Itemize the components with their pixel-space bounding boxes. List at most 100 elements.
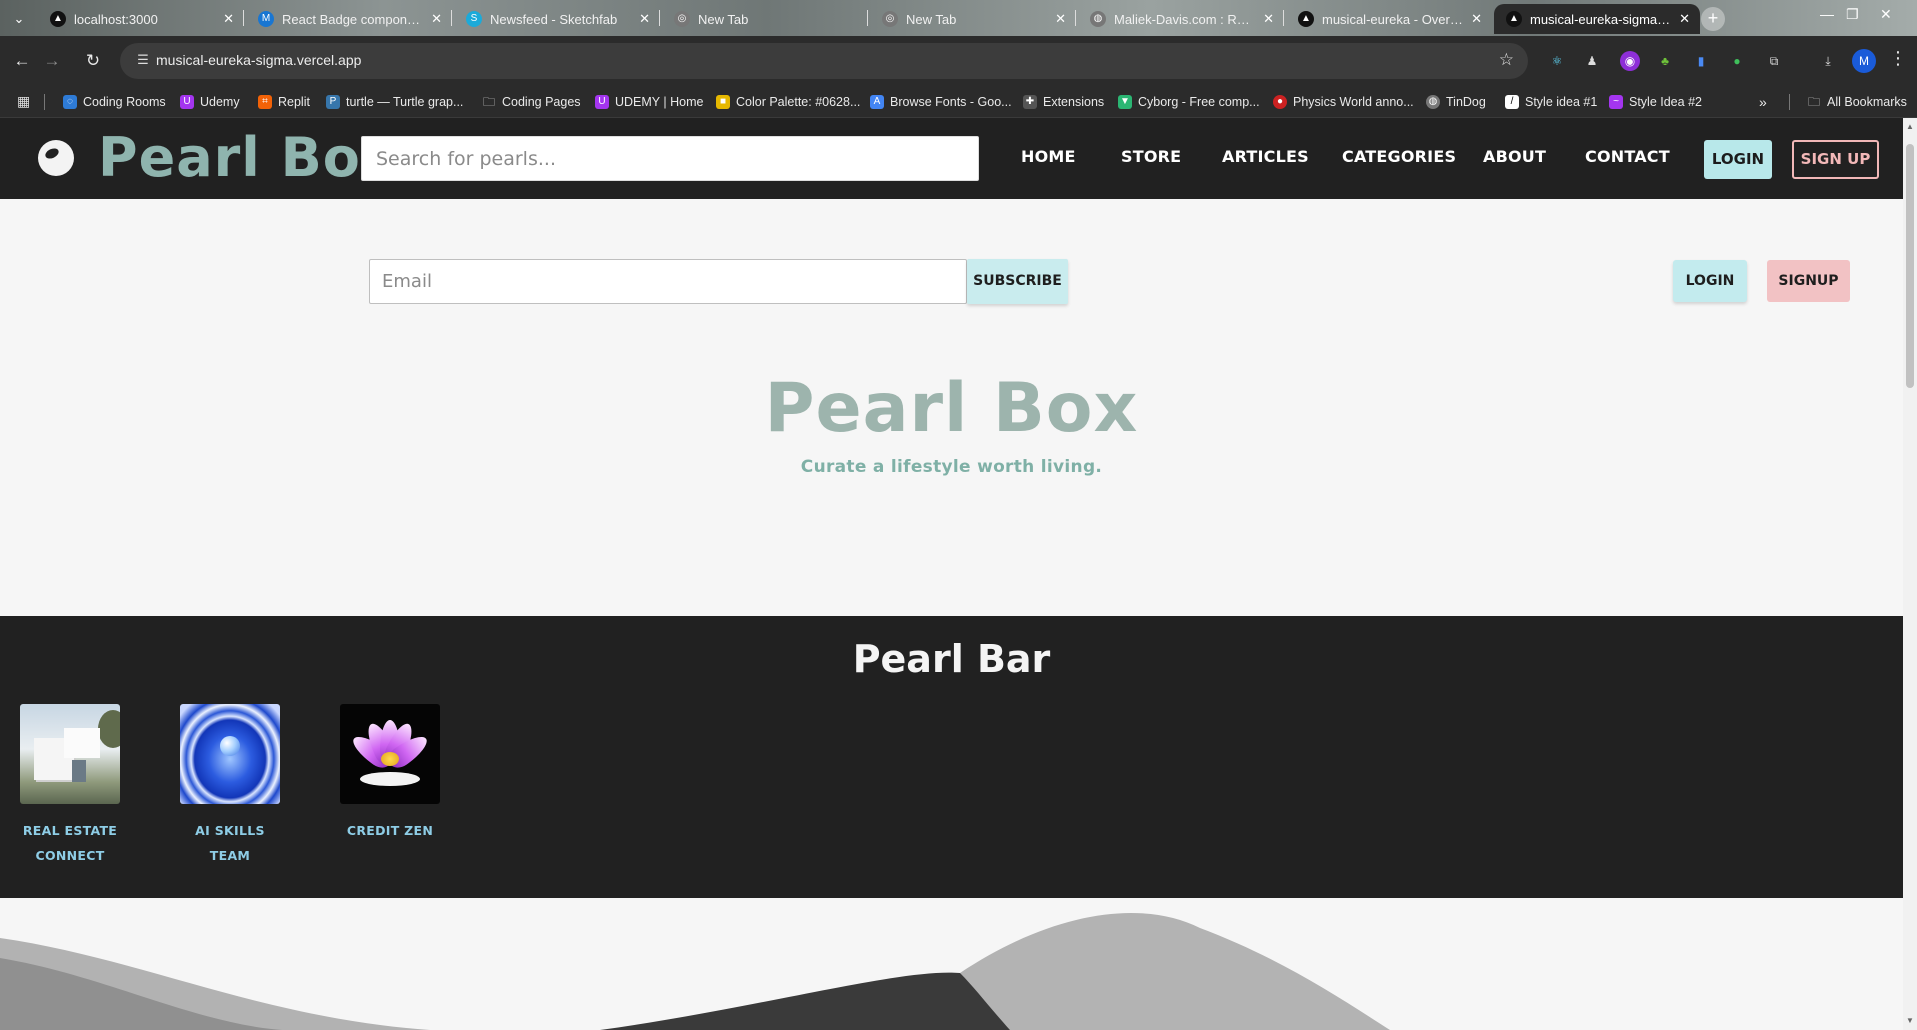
browser-tab[interactable]: ◍ Maliek-Davis.com : Rebra ✕: [1078, 4, 1284, 34]
browser-tab[interactable]: ◎ New Tab ✕: [870, 4, 1076, 34]
scroll-up-icon[interactable]: ▲: [1906, 122, 1914, 131]
bookmark-item[interactable]: U UDEMY | Home: [595, 92, 703, 112]
modern-house-image[interactable]: [20, 704, 120, 804]
page-scrollbar[interactable]: ▲ ▼: [1903, 118, 1917, 1030]
close-icon[interactable]: ✕: [431, 11, 442, 27]
scroll-down-icon[interactable]: ▼: [1906, 1016, 1914, 1025]
bookmark-item[interactable]: ~ Style Idea #2: [1609, 92, 1702, 112]
bookmark-item[interactable]: Pturtle — Turtle grap...: [326, 92, 463, 112]
lotus-flower-image[interactable]: [340, 704, 440, 804]
apps-grid-icon[interactable]: ▦: [17, 93, 30, 110]
bookmark-item[interactable]: ◌ Coding Rooms: [63, 92, 166, 112]
menu-kebab-icon[interactable]: ⋮: [1889, 48, 1907, 69]
back-arrow-icon[interactable]: ←: [9, 48, 35, 74]
hero-section: SUBSCRIBE LOGIN SIGNUP Pearl Box Curate …: [0, 199, 1903, 816]
bookmark-item[interactable]: ◍ TinDog: [1426, 92, 1486, 112]
browser-tab-active[interactable]: ▲ musical-eureka-sigma.ver ✕: [1494, 4, 1700, 34]
bookmark-label: turtle — Turtle grap...: [346, 95, 464, 109]
search-input[interactable]: [361, 136, 979, 181]
site-info-icon[interactable]: ☰: [134, 52, 152, 70]
nav-store[interactable]: STORE: [1121, 147, 1181, 166]
bookmark-label: Style Idea #2: [1629, 95, 1702, 109]
close-icon[interactable]: ✕: [1263, 11, 1274, 27]
tree-shape: [98, 710, 120, 748]
hero-signup-button[interactable]: SIGNUP: [1767, 260, 1850, 302]
nav-contact[interactable]: CONTACT: [1585, 147, 1670, 166]
mui-icon: M: [258, 11, 274, 27]
pearl-card-label[interactable]: CREDIT ZEN: [340, 818, 440, 843]
close-window-icon[interactable]: ✕: [1880, 6, 1892, 23]
bookmark-item[interactable]: ● Physics World anno...: [1273, 92, 1414, 112]
docs-extension-icon[interactable]: ▮: [1691, 51, 1711, 71]
bookmark-item[interactable]: / Style idea #1: [1505, 92, 1597, 112]
close-icon[interactable]: ✕: [1471, 11, 1482, 27]
close-icon[interactable]: ✕: [1055, 11, 1066, 27]
hero-login-button[interactable]: LOGIN: [1673, 260, 1747, 302]
nav-about[interactable]: ABOUT: [1483, 147, 1546, 166]
tab-separator: [1283, 10, 1284, 26]
address-bar[interactable]: ☰ musical-eureka-sigma.vercel.app ☆: [120, 43, 1528, 79]
reload-icon[interactable]: ↻: [80, 48, 106, 74]
pearl-card[interactable]: CREDIT ZEN: [340, 704, 440, 843]
extension-icon[interactable]: ♟: [1582, 51, 1602, 71]
close-icon[interactable]: ✕: [639, 11, 650, 27]
react-devtools-icon[interactable]: ⚛: [1547, 51, 1567, 71]
globe-icon: ◍: [1090, 11, 1106, 27]
bookmark-item[interactable]: ■ Color Palette: #0628...: [716, 92, 860, 112]
extension-purple-icon[interactable]: ◉: [1620, 51, 1640, 71]
all-bookmarks[interactable]: 🗀 All Bookmarks: [1807, 92, 1907, 112]
bookmark-label: Color Palette: #0628...: [736, 95, 861, 109]
bookmark-star-icon[interactable]: ☆: [1499, 50, 1514, 70]
forward-arrow-icon[interactable]: →: [39, 48, 65, 74]
pearl-card[interactable]: AI SKILLS TEAM: [180, 704, 280, 868]
pearl-shape: [220, 736, 240, 756]
download-icon[interactable]: ⤓: [1818, 51, 1838, 71]
nav-home[interactable]: HOME: [1021, 147, 1076, 166]
pearl-card-label[interactable]: AI SKILLS TEAM: [180, 818, 280, 868]
header-signup-button[interactable]: SIGN UP: [1792, 140, 1879, 179]
sketchfab-icon: S: [466, 11, 482, 27]
minimize-icon[interactable]: —: [1820, 6, 1834, 22]
puzzle-icon[interactable]: ⧉: [1764, 51, 1784, 71]
bookmark-item[interactable]: ⌗ Replit: [258, 92, 310, 112]
email-field[interactable]: [369, 259, 967, 304]
more-bookmarks-icon[interactable]: »: [1759, 92, 1767, 112]
pearl-bar-section: Pearl Bar REAL ESTATE CONNECT AI SKILLS …: [0, 616, 1903, 898]
browser-tab[interactable]: ▲ localhost:3000 ✕: [38, 4, 244, 34]
flower-center-shape: [381, 752, 399, 766]
new-tab-button[interactable]: +: [1701, 7, 1725, 31]
bookmark-item[interactable]: A Browse Fonts - Goo...: [870, 92, 1012, 112]
bookmark-item[interactable]: 🗀 Coding Pages: [482, 92, 581, 112]
blue-pearl-image[interactable]: [180, 704, 280, 804]
browser-tab[interactable]: M React Badge component ✕: [246, 4, 452, 34]
browser-tab[interactable]: ▲ musical-eureka - Overvie ✕: [1286, 4, 1492, 34]
bookmark-label: UDEMY | Home: [615, 95, 704, 109]
profile-avatar[interactable]: M: [1852, 49, 1876, 73]
folder-icon: 🗀: [1807, 95, 1820, 109]
restore-icon[interactable]: ❐: [1846, 6, 1859, 23]
bookmark-label: Cyborg - Free comp...: [1138, 95, 1260, 109]
bookmark-label: Replit: [278, 95, 310, 109]
nav-categories[interactable]: CATEGORIES: [1342, 147, 1456, 166]
tab-separator: [1075, 10, 1076, 26]
hero-title: Pearl Box: [764, 369, 1139, 448]
browser-tab[interactable]: S Newsfeed - Sketchfab ✕: [454, 4, 660, 34]
browser-tab[interactable]: ◎ New Tab: [662, 4, 868, 34]
bookmark-item[interactable]: ▼ Cyborg - Free comp...: [1118, 92, 1260, 112]
pearl-logo-icon[interactable]: [38, 140, 74, 176]
bookmark-item[interactable]: U Udemy: [180, 92, 240, 112]
tree-extension-icon[interactable]: ♣: [1655, 51, 1675, 71]
header-login-button[interactable]: LOGIN: [1704, 140, 1772, 179]
pearl-card[interactable]: REAL ESTATE CONNECT: [20, 704, 120, 868]
nav-articles[interactable]: ARTICLES: [1222, 147, 1309, 166]
bookmark-item[interactable]: ✚ Extensions: [1023, 92, 1104, 112]
bookmark-label: Physics World anno...: [1293, 95, 1414, 109]
close-icon[interactable]: ✕: [1679, 11, 1690, 27]
scrollbar-thumb[interactable]: [1906, 144, 1914, 388]
pearl-card-label[interactable]: REAL ESTATE CONNECT: [20, 818, 120, 868]
close-icon[interactable]: ✕: [223, 11, 234, 27]
green-dot-icon[interactable]: ●: [1727, 51, 1747, 71]
tab-search-icon[interactable]: ⌄: [8, 8, 30, 30]
subscribe-button[interactable]: SUBSCRIBE: [967, 259, 1068, 304]
brand-logo[interactable]: Pearl Box: [98, 126, 397, 189]
